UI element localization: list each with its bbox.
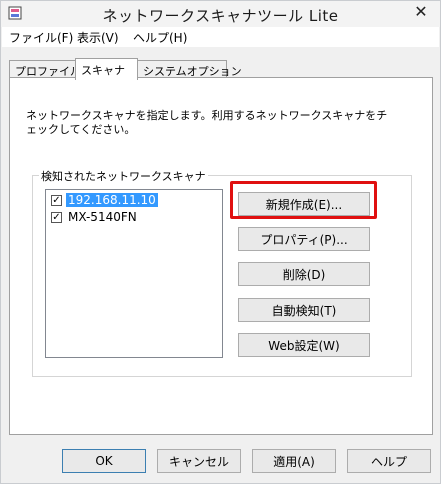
checkbox[interactable]: ✓: [51, 211, 62, 223]
close-icon[interactable]: ✕: [408, 1, 434, 21]
annotation-highlight: [230, 181, 377, 219]
scanner-label: 192.168.11.10: [66, 193, 158, 207]
ok-button[interactable]: OK: [62, 449, 146, 473]
tab-profile[interactable]: プロファイル: [9, 60, 81, 78]
help-button[interactable]: ヘルプ: [347, 449, 431, 473]
tab-system-options[interactable]: システムオプション: [137, 60, 242, 78]
list-item[interactable]: ✓ MX-5140FN: [51, 209, 139, 225]
scanner-tab-panel: ネットワークスキャナを指定します。利用するネットワークスキャナをチェックしてくだ…: [9, 77, 433, 435]
tab-scanner[interactable]: スキャナ: [75, 58, 138, 80]
auto-detect-button[interactable]: 自動検知(T): [238, 298, 370, 322]
properties-button[interactable]: プロパティ(P)...: [238, 227, 370, 251]
description-text: ネットワークスキャナを指定します。利用するネットワークスキャナをチェックしてくだ…: [26, 109, 388, 136]
scanner-list[interactable]: ✓ 192.168.11.10 ✓ MX-5140FN: [45, 189, 223, 358]
window-title: ネットワークスキャナツール Lite: [102, 7, 339, 25]
scanner-label: MX-5140FN: [68, 210, 137, 224]
apply-button[interactable]: 適用(A): [252, 449, 336, 473]
menu-bar: ファイル(F) 表示(V) ヘルプ(H): [2, 27, 439, 47]
group-label: 検知されたネットワークスキャナ: [39, 168, 208, 184]
checkbox[interactable]: ✓: [51, 194, 62, 206]
cancel-button[interactable]: キャンセル: [157, 449, 241, 473]
main-window: ネットワークスキャナツール Lite ✕ ファイル(F) 表示(V) ヘルプ(H…: [0, 0, 441, 484]
list-item[interactable]: ✓ 192.168.11.10: [51, 192, 158, 208]
menu-view[interactable]: 表示(V): [77, 29, 119, 46]
title-bar: ネットワークスキャナツール Lite ✕: [1, 1, 440, 27]
menu-help[interactable]: ヘルプ(H): [133, 29, 187, 46]
menu-file[interactable]: ファイル(F): [9, 29, 73, 46]
delete-button[interactable]: 削除(D): [238, 262, 370, 286]
web-settings-button[interactable]: Web設定(W): [238, 333, 370, 357]
